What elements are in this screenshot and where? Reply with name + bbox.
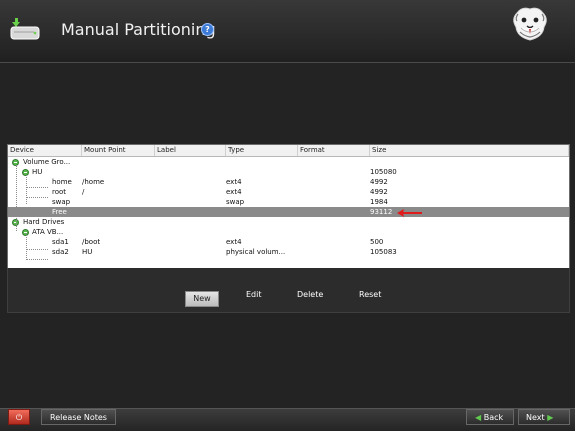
table-row[interactable]: Volume Gro... xyxy=(8,157,569,167)
next-label: Next xyxy=(526,413,545,422)
size-cell: 4992 xyxy=(370,188,388,196)
tree-line xyxy=(26,233,27,260)
tree-line xyxy=(26,207,48,208)
reset-button[interactable]: Reset xyxy=(359,290,381,299)
new-button[interactable]: New xyxy=(185,291,219,307)
device-cell: ATA VB... xyxy=(32,228,64,236)
column-label[interactable]: Label xyxy=(155,145,226,156)
column-mount-point[interactable]: Mount Point xyxy=(82,145,155,156)
red-arrow-icon xyxy=(397,209,422,217)
page-title: Manual Partitioning xyxy=(61,20,216,39)
table-row[interactable]: home /home ext4 4992 xyxy=(8,177,569,187)
device-cell: Free xyxy=(52,208,67,216)
column-device[interactable]: Device xyxy=(8,145,82,156)
tree-line xyxy=(26,187,48,188)
next-button[interactable]: Next ▶ xyxy=(518,409,570,425)
release-notes-button[interactable]: Release Notes xyxy=(41,409,116,425)
column-size[interactable]: Size xyxy=(370,145,569,156)
size-cell: 105083 xyxy=(370,248,397,256)
device-cell: sda2 xyxy=(52,248,69,256)
table-row[interactable]: root / ext4 4992 xyxy=(8,187,569,197)
device-cell: home xyxy=(52,178,72,186)
tree-line xyxy=(26,175,27,204)
table-row[interactable]: sda2 HU physical volum... 105083 xyxy=(8,247,569,257)
tree-line xyxy=(16,165,17,231)
type-cell: ext4 xyxy=(226,188,242,196)
back-label: Back xyxy=(483,413,504,422)
column-type[interactable]: Type xyxy=(226,145,298,156)
back-arrow-icon: ◀ xyxy=(475,413,482,422)
mount-point-cell: /boot xyxy=(82,238,101,246)
mount-point-cell: / xyxy=(82,188,85,196)
type-cell: physical volum... xyxy=(226,248,286,256)
size-cell: 500 xyxy=(370,238,384,246)
partition-table: Device Mount Point Label Type Format Siz… xyxy=(7,144,570,270)
tree-line xyxy=(26,259,48,260)
column-format[interactable]: Format xyxy=(298,145,370,156)
table-row[interactable]: ATA VB... xyxy=(8,227,569,237)
power-icon: ⏻ xyxy=(15,413,23,422)
size-cell: 4992 xyxy=(370,178,388,186)
table-body: Volume Gro... HU 105080 home /home ext4 … xyxy=(8,157,569,257)
hard-drive-icon xyxy=(10,18,40,40)
power-button[interactable]: ⏻ xyxy=(8,409,30,425)
size-cell: 93112 xyxy=(370,208,393,216)
device-cell: swap xyxy=(52,198,71,206)
type-cell: swap xyxy=(226,198,245,206)
next-arrow-icon: ▶ xyxy=(547,413,554,422)
table-row[interactable]: Hard Drives xyxy=(8,217,569,227)
delete-button[interactable]: Delete xyxy=(297,290,323,299)
type-cell: ext4 xyxy=(226,178,242,186)
table-row[interactable]: sda1 /boot ext4 500 xyxy=(8,237,569,247)
help-icon[interactable]: ? xyxy=(201,23,214,36)
device-cell: root xyxy=(52,188,67,196)
mount-point-cell: HU xyxy=(82,248,93,256)
table-row-selected[interactable]: Free 93112 xyxy=(8,207,569,217)
partition-actions-bar xyxy=(7,268,570,313)
table-row[interactable]: swap swap 1984 xyxy=(8,197,569,207)
tree-line xyxy=(26,249,48,250)
device-cell: HU xyxy=(32,168,43,176)
device-cell: Volume Gro... xyxy=(23,158,71,166)
table-header: Device Mount Point Label Type Format Siz… xyxy=(8,145,569,157)
size-cell: 1984 xyxy=(370,198,388,206)
table-row[interactable]: HU 105080 xyxy=(8,167,569,177)
device-cell: sda1 xyxy=(52,238,69,246)
type-cell: ext4 xyxy=(226,238,242,246)
device-cell: Hard Drives xyxy=(23,218,65,226)
size-cell: 105080 xyxy=(370,168,397,176)
tree-line xyxy=(26,197,48,198)
edit-button[interactable]: Edit xyxy=(246,290,262,299)
back-button[interactable]: ◀ Back xyxy=(466,409,514,425)
lion-mascot-icon xyxy=(513,7,547,41)
mount-point-cell: /home xyxy=(82,178,105,186)
